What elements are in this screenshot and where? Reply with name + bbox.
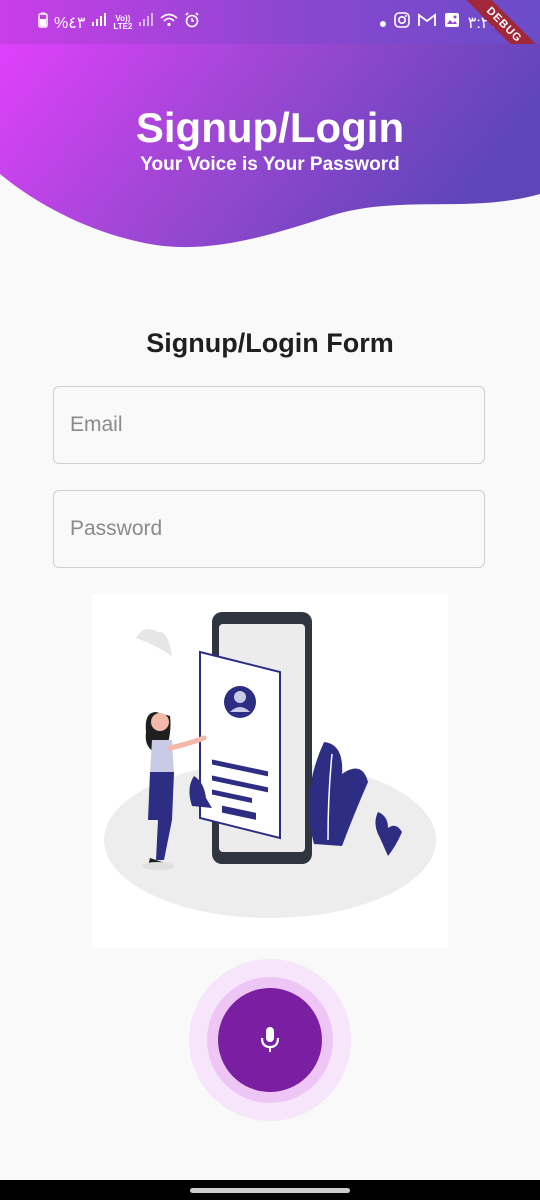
status-right: ٣:٢١	[379, 12, 498, 33]
form-title: Signup/Login Form	[146, 328, 394, 358]
gallery-icon	[444, 12, 460, 33]
home-gesture-handle[interactable]	[190, 1188, 350, 1193]
status-left: %٤٣ Vo)) LTE2	[38, 12, 200, 33]
signal-icon	[91, 13, 107, 32]
page-title: Signup/Login	[135, 104, 405, 151]
signal-icon	[138, 13, 154, 32]
instagram-icon	[393, 12, 410, 33]
alarm-icon	[184, 12, 200, 33]
record-voice-button[interactable]	[218, 988, 322, 1092]
password-field[interactable]	[53, 490, 485, 568]
microphone-icon	[260, 1027, 280, 1052]
battery-percent: %٤٣	[54, 14, 86, 32]
signup-illustration	[92, 594, 448, 948]
battery-icon	[38, 12, 48, 33]
status-bar: %٤٣ Vo)) LTE2 ٣:٢١ DEBUG	[0, 0, 540, 81]
header: Signup/Login Your Voice is Your Password	[0, 44, 540, 264]
page-subtitle: Your Voice is Your Password	[140, 154, 400, 175]
volte-icon: Vo)) LTE2	[113, 14, 133, 31]
network-label: LTE2	[113, 21, 133, 31]
cloud-icon	[136, 629, 172, 656]
email-field[interactable]	[53, 386, 485, 464]
gmail-icon	[417, 13, 436, 32]
wifi-icon	[160, 13, 178, 32]
dot-icon	[379, 14, 386, 32]
